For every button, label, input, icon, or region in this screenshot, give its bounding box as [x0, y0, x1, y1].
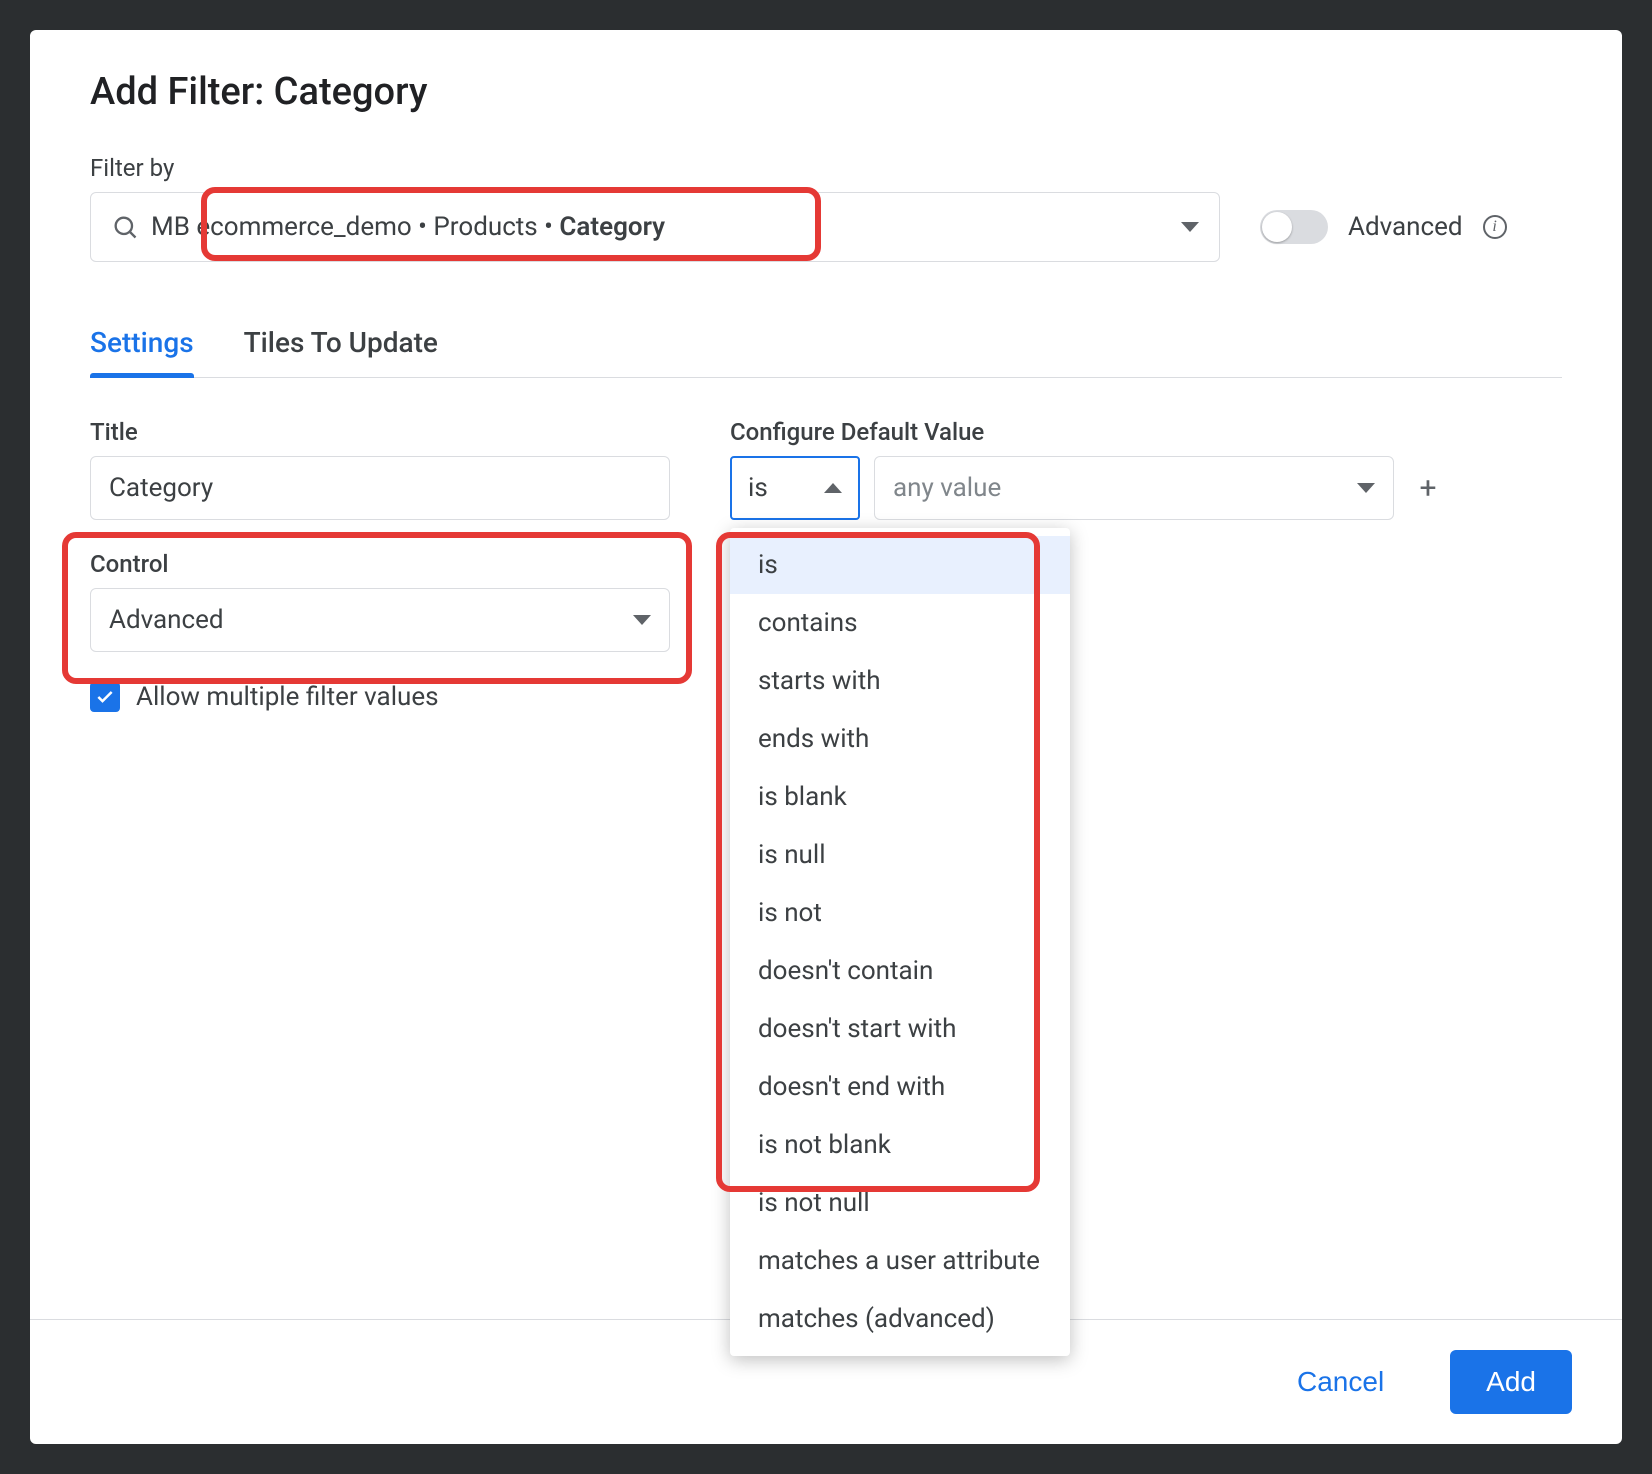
advanced-toggle-label: Advanced	[1348, 212, 1463, 242]
filter-by-select[interactable]: MB ecommerce_demo • Products • Category	[90, 192, 1220, 262]
default-value-select[interactable]: any value	[874, 456, 1394, 520]
control-value: Advanced	[109, 605, 224, 635]
cancel-button[interactable]: Cancel	[1261, 1350, 1420, 1414]
operator-option[interactable]: is	[730, 536, 1070, 594]
search-icon	[111, 213, 139, 241]
title-input[interactable]: Category	[90, 456, 670, 520]
operator-option[interactable]: starts with	[730, 652, 1070, 710]
control-select[interactable]: Advanced	[90, 588, 670, 652]
tab-tiles-to-update[interactable]: Tiles To Update	[244, 312, 438, 377]
operator-dropdown: iscontainsstarts withends withis blankis…	[730, 528, 1070, 1356]
title-label: Title	[90, 418, 670, 446]
dialog-header: Add Filter: Category	[30, 30, 1622, 134]
filter-by-bold: Category	[559, 212, 665, 242]
operator-option[interactable]: doesn't contain	[730, 942, 1070, 1000]
dialog-title: Add Filter: Category	[90, 70, 1562, 114]
operator-option[interactable]: matches a user attribute	[730, 1232, 1070, 1290]
operator-option[interactable]: is null	[730, 826, 1070, 884]
chevron-down-icon	[1181, 222, 1199, 232]
add-condition-button[interactable]: +	[1408, 468, 1448, 508]
allow-multiple-checkbox[interactable]	[90, 682, 120, 712]
operator-option[interactable]: is blank	[730, 768, 1070, 826]
title-input-value: Category	[109, 473, 213, 503]
operator-option[interactable]: doesn't start with	[730, 1000, 1070, 1058]
filter-by-prefix: MB ecommerce_demo • Products •	[151, 212, 559, 242]
add-filter-dialog: Add Filter: Category Filter by MB ecomme…	[30, 30, 1622, 1444]
add-button[interactable]: Add	[1450, 1350, 1572, 1414]
default-value-placeholder: any value	[893, 473, 1001, 503]
operator-option[interactable]: ends with	[730, 710, 1070, 768]
filter-by-value: MB ecommerce_demo • Products • Category	[151, 212, 665, 242]
operator-option[interactable]: is not blank	[730, 1116, 1070, 1174]
chevron-down-icon	[633, 615, 651, 625]
toggle-knob	[1262, 212, 1292, 242]
tabs: Settings Tiles To Update	[90, 312, 1562, 378]
check-icon	[95, 687, 115, 707]
tab-settings[interactable]: Settings	[90, 312, 194, 377]
operator-value: is	[748, 473, 768, 503]
info-icon[interactable]: i	[1483, 215, 1507, 239]
control-label: Control	[90, 550, 670, 578]
operator-option[interactable]: matches (advanced)	[730, 1290, 1070, 1348]
allow-multiple-label: Allow multiple filter values	[136, 682, 439, 712]
operator-option[interactable]: doesn't end with	[730, 1058, 1070, 1116]
operator-select[interactable]: is	[730, 456, 860, 520]
chevron-up-icon	[824, 483, 842, 493]
operator-option[interactable]: is not null	[730, 1174, 1070, 1232]
configure-default-label: Configure Default Value	[730, 418, 1562, 446]
operator-option[interactable]: is not	[730, 884, 1070, 942]
filter-by-label: Filter by	[90, 154, 1562, 182]
chevron-down-icon	[1357, 483, 1375, 493]
advanced-toggle[interactable]	[1260, 210, 1328, 244]
operator-option[interactable]: contains	[730, 594, 1070, 652]
